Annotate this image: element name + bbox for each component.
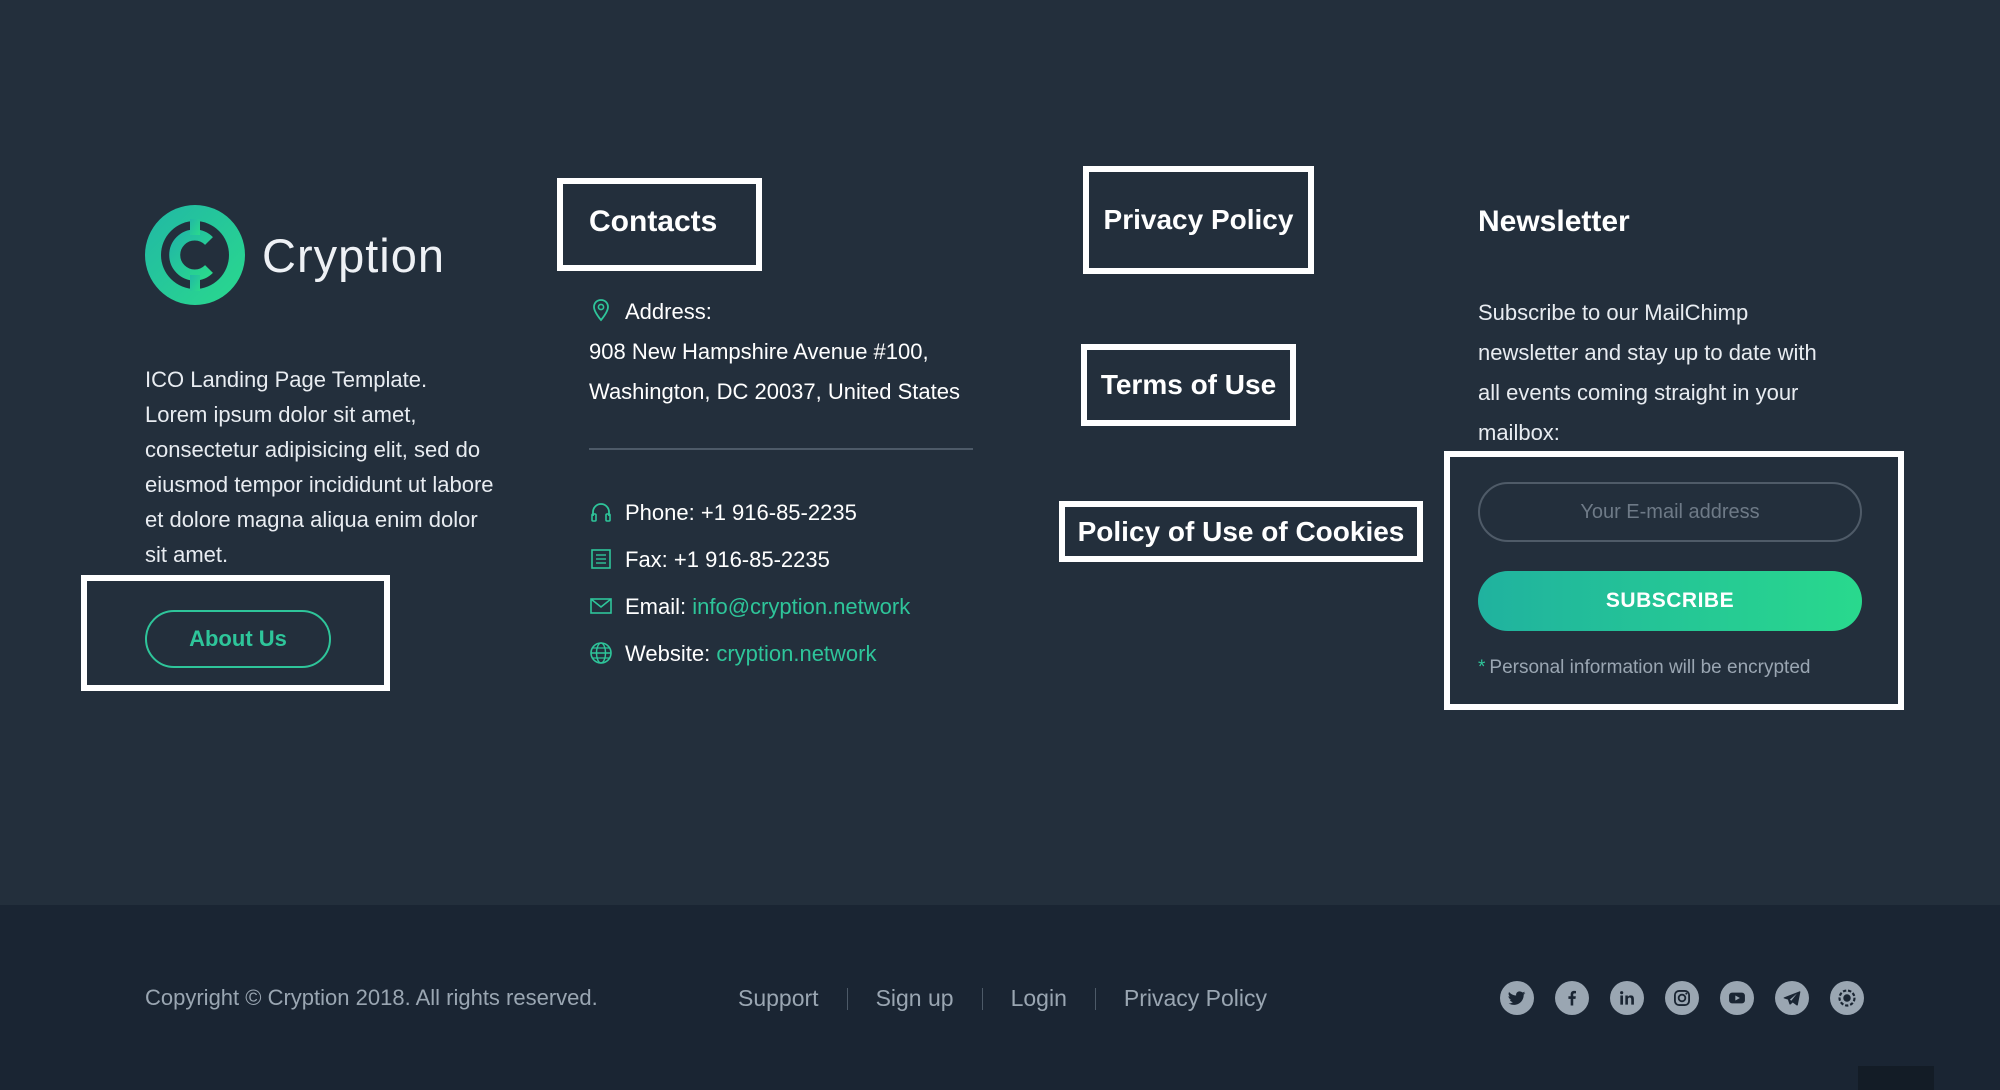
nav-separator	[981, 987, 983, 1010]
fax-icon	[589, 547, 613, 571]
envelope-icon	[589, 594, 613, 618]
newsletter-description-line: Subscribe to our MailChimp	[1478, 300, 1749, 325]
subscribe-button[interactable]: SUBSCRIBE	[1478, 571, 1862, 631]
nav-separator	[846, 987, 848, 1010]
brand-name[interactable]: Cryption	[262, 228, 445, 283]
telegram-icon[interactable]	[1775, 981, 1809, 1015]
website-label: Website:	[625, 641, 711, 666]
contacts-title: Contacts	[589, 205, 718, 238]
newsletter-description-line: mailbox:	[1478, 420, 1560, 445]
bottom-nav-privacy-policy[interactable]: Privacy Policy	[1124, 985, 1267, 1012]
brand-description-line: sit amet.	[145, 542, 229, 567]
newsletter-title: Newsletter	[1478, 205, 1630, 238]
brand-description-line: eiusmod tempor incididunt ut labore	[145, 472, 494, 497]
email-label: Email:	[625, 594, 687, 619]
newsletter-description-line: all events coming straight in your	[1478, 380, 1799, 405]
brand-description-line: Lorem ipsum dolor sit amet,	[145, 402, 417, 427]
globe-icon	[589, 641, 613, 665]
cryption-logo-icon[interactable]	[145, 205, 245, 305]
encryption-note-text: Personal information will be encrypted	[1489, 657, 1811, 678]
brand-description-line: ICO Landing Page Template.	[145, 367, 428, 392]
headphones-icon	[589, 500, 613, 524]
encryption-note: * Personal information will be encrypted	[1478, 657, 1810, 679]
website-link[interactable]: cryption.network	[716, 641, 876, 666]
bitcoin-icon[interactable]	[1830, 981, 1864, 1015]
address-label: Address:	[625, 299, 712, 324]
scroll-to-top-button[interactable]	[1858, 1066, 1934, 1090]
newsletter-description: Subscribe to our MailChimp newsletter an…	[1478, 293, 1878, 453]
youtube-icon[interactable]	[1720, 981, 1754, 1015]
bottom-nav: Support Sign up Login Privacy Policy	[738, 985, 1267, 1012]
location-pin-icon	[589, 298, 613, 322]
brand-description: ICO Landing Page Template. Lorem ipsum d…	[145, 362, 545, 572]
contacts-divider	[589, 448, 973, 450]
terms-of-use-link[interactable]: Terms of Use	[1081, 344, 1296, 426]
about-us-button[interactable]: About Us	[145, 610, 331, 668]
newsletter-email-input[interactable]	[1478, 482, 1862, 542]
fax-text: Fax: +1 916-85-2235	[625, 547, 830, 572]
website-row: Website: cryption.network	[625, 641, 877, 667]
address-line: 908 New Hampshire Avenue #100,	[589, 339, 929, 364]
bottom-nav-login[interactable]: Login	[1011, 985, 1067, 1012]
email-row: Email: info@cryption.network	[625, 594, 910, 620]
twitter-icon[interactable]	[1500, 981, 1534, 1015]
phone-text: Phone: +1 916-85-2235	[625, 500, 857, 525]
bottom-nav-support[interactable]: Support	[738, 985, 819, 1012]
address-line: Washington, DC 20037, United States	[589, 379, 960, 404]
linkedin-icon[interactable]	[1610, 981, 1644, 1015]
privacy-policy-link[interactable]: Privacy Policy	[1083, 166, 1314, 274]
facebook-icon[interactable]	[1555, 981, 1589, 1015]
copyright-text: Copyright © Cryption 2018. All rights re…	[145, 985, 598, 1010]
bottom-nav-sign-up[interactable]: Sign up	[876, 985, 954, 1012]
social-links	[1500, 981, 1864, 1015]
cookies-policy-link[interactable]: Policy of Use of Cookies	[1059, 501, 1423, 562]
instagram-icon[interactable]	[1665, 981, 1699, 1015]
newsletter-description-line: newsletter and stay up to date with	[1478, 340, 1817, 365]
email-link[interactable]: info@cryption.network	[692, 594, 910, 619]
brand-description-line: et dolore magna aliqua enim dolor	[145, 507, 478, 532]
encryption-note-asterisk: *	[1478, 657, 1486, 678]
brand-description-line: consectetur adipisicing elit, sed do	[145, 437, 481, 462]
nav-separator	[1094, 987, 1096, 1010]
